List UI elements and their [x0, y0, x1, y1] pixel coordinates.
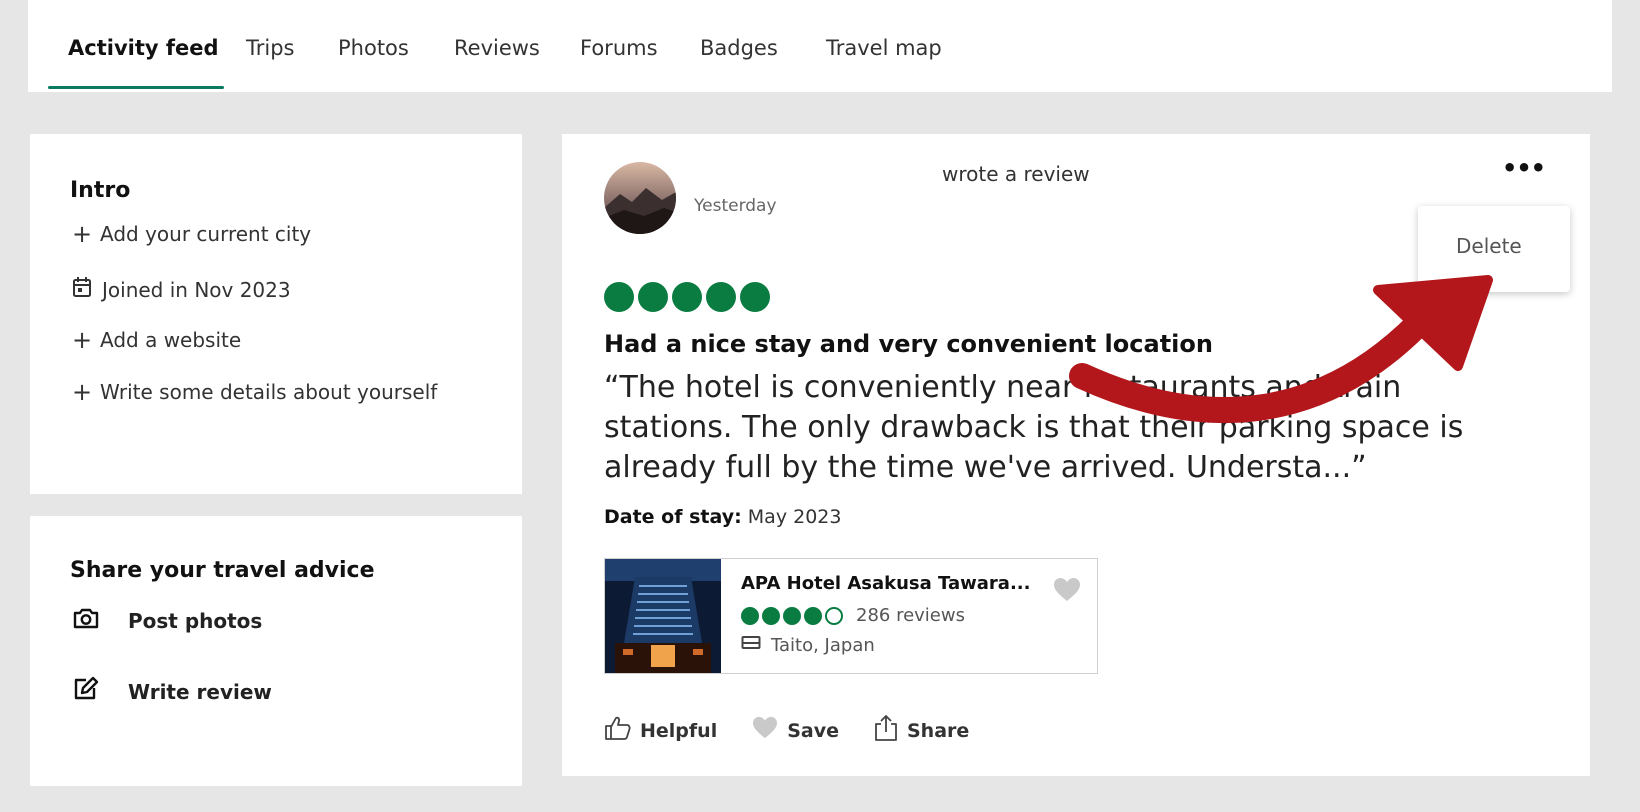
rating-bubble-filled	[706, 282, 736, 312]
hotel-card[interactable]: APA Hotel Asakusa Tawara... 286 reviews …	[604, 558, 1098, 674]
tab-photos[interactable]: Photos	[338, 36, 409, 60]
intro-item-label: Joined in Nov 2023	[102, 277, 291, 302]
date-of-stay-label: Date of stay:	[604, 506, 742, 528]
hotel-rating: 286 reviews	[741, 605, 965, 626]
date-of-stay: Date of stay: May 2023	[604, 506, 841, 528]
camera-icon	[72, 606, 100, 635]
hotel-location: Taito, Japan	[741, 635, 875, 656]
date-of-stay-value: May 2023	[747, 506, 842, 528]
rating-bubble-filled	[672, 282, 702, 312]
share-icon	[873, 714, 899, 747]
delete-menu-item[interactable]: Delete	[1456, 234, 1522, 258]
intro-item-label: Add your current city	[100, 222, 312, 246]
post-photos-button[interactable]: Post photos	[72, 606, 262, 635]
review-rating-bubbles	[604, 282, 770, 312]
share-label: Share	[907, 719, 970, 742]
review-title[interactable]: Had a nice stay and very convenient loca…	[604, 330, 1213, 358]
post-photos-label: Post photos	[128, 608, 263, 633]
travel-advice-card: Share your travel advice Post photos Wri…	[30, 516, 522, 792]
plus-icon: +	[72, 326, 93, 354]
edit-icon	[72, 676, 100, 707]
rating-bubble-filled	[783, 606, 801, 625]
rating-bubble-filled	[804, 606, 822, 625]
calendar-icon	[72, 276, 92, 303]
review-action-text: wrote a review	[942, 162, 1090, 186]
tab-travel-map[interactable]: Travel map	[826, 36, 942, 60]
intro-card: Intro + Add your current city Joined in …	[30, 134, 522, 494]
save-label: Save	[787, 719, 839, 742]
joined-date: Joined in Nov 2023	[72, 276, 291, 303]
intro-item-label: Write some details about yourself	[100, 380, 438, 404]
write-review-label: Write review	[128, 679, 272, 704]
review-timestamp: Yesterday	[694, 196, 777, 216]
plus-icon: +	[72, 378, 93, 406]
helpful-button[interactable]: Helpful	[604, 715, 717, 746]
thumbs-up-icon	[604, 715, 632, 746]
share-button[interactable]: Share	[873, 714, 969, 747]
hotel-review-count[interactable]: 286 reviews	[856, 605, 965, 626]
tab-activity-feed[interactable]: Activity feed	[68, 36, 219, 60]
more-options-button[interactable]: •••	[1502, 154, 1546, 182]
rating-bubble-empty	[825, 606, 843, 625]
add-current-city-link[interactable]: + Add your current city	[72, 222, 311, 246]
rating-bubble-filled	[740, 282, 770, 312]
options-dropdown-menu: Delete	[1418, 206, 1570, 292]
add-website-link[interactable]: + Add a website	[72, 328, 241, 352]
rating-bubble-filled	[604, 282, 634, 312]
intro-heading: Intro	[70, 178, 131, 203]
helpful-label: Helpful	[640, 719, 718, 742]
avatar[interactable]	[604, 162, 676, 234]
save-heart-icon[interactable]	[1053, 577, 1081, 607]
tab-forums[interactable]: Forums	[580, 36, 658, 60]
save-button[interactable]: Save	[751, 716, 839, 745]
bed-icon	[741, 635, 761, 656]
review-actions: Helpful Save Share	[604, 714, 969, 747]
hotel-location-text: Taito, Japan	[771, 635, 875, 656]
write-details-link[interactable]: + Write some details about yourself	[72, 380, 437, 404]
hotel-name[interactable]: APA Hotel Asakusa Tawara...	[741, 573, 1030, 594]
hotel-photo	[605, 559, 721, 673]
review-body-text: “The hotel is conveniently near restaura…	[604, 370, 1464, 485]
heart-icon	[751, 716, 779, 745]
plus-icon: +	[72, 220, 93, 248]
write-review-button[interactable]: Write review	[72, 676, 272, 707]
rating-bubble-filled	[638, 282, 668, 312]
rating-bubble-filled	[741, 606, 759, 625]
advice-heading: Share your travel advice	[70, 558, 375, 583]
tab-trips[interactable]: Trips	[246, 36, 294, 60]
active-tab-indicator	[48, 86, 224, 89]
rating-bubble-filled	[762, 606, 780, 625]
tab-reviews[interactable]: Reviews	[454, 36, 540, 60]
intro-item-label: Add a website	[100, 328, 242, 352]
tab-badges[interactable]: Badges	[700, 36, 778, 60]
